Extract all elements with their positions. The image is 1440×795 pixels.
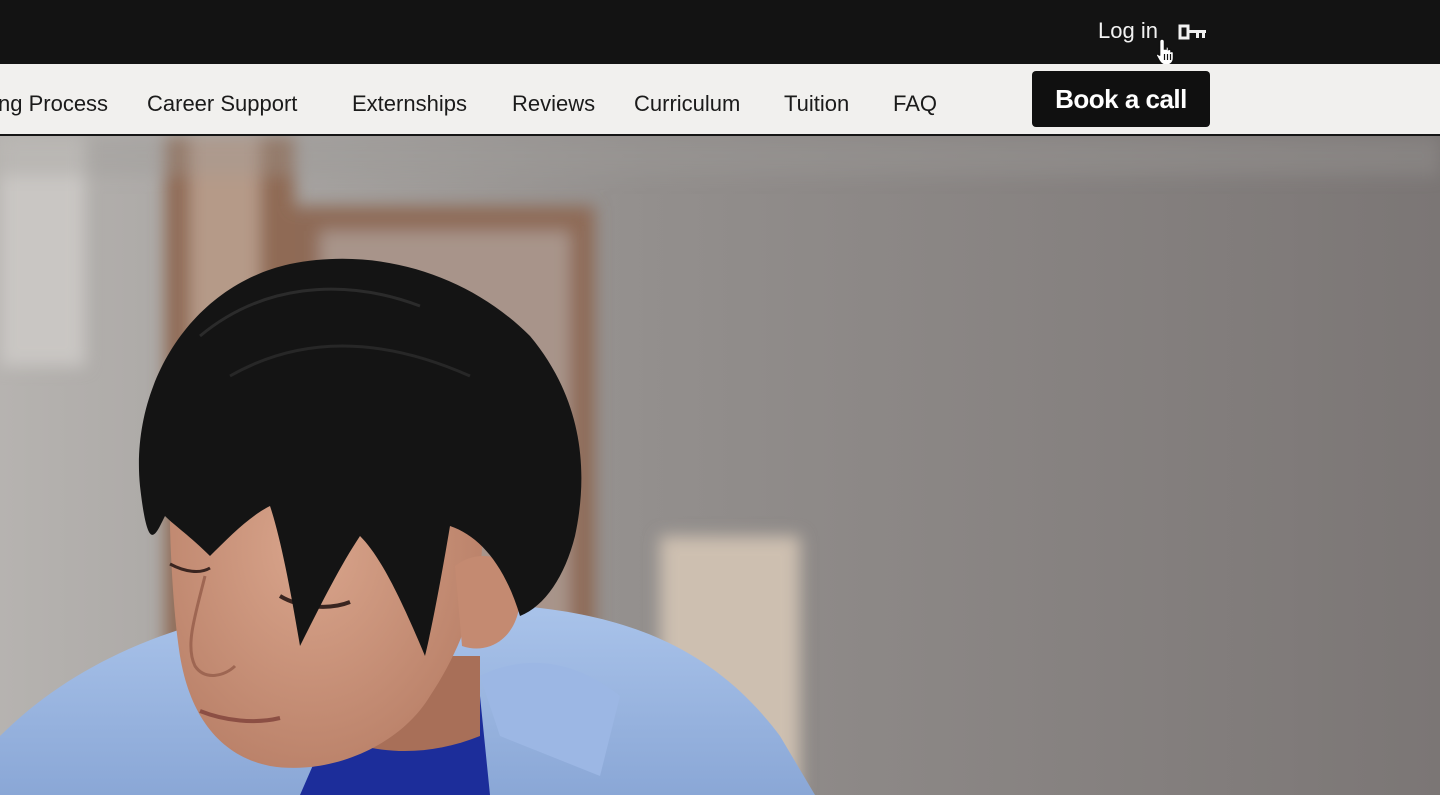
book-a-call-button[interactable]: Book a call [1032, 71, 1210, 127]
hero-image [0, 136, 1440, 795]
nav-item-curriculum[interactable]: Curriculum [634, 90, 740, 118]
main-nav: ng Process Career Support Externships Re… [0, 64, 1440, 136]
nav-item-externships[interactable]: Externships [352, 90, 467, 118]
login-link[interactable]: Log in [1098, 17, 1158, 45]
nav-item-reviews[interactable]: Reviews [512, 90, 595, 118]
hand-pointer-icon [1155, 38, 1175, 66]
nav-item-tuition[interactable]: Tuition [784, 90, 849, 118]
top-bar: Log in [0, 0, 1440, 66]
hero-photo [0, 136, 1440, 795]
key-icon[interactable] [1178, 24, 1208, 40]
nav-item-career-support[interactable]: Career Support [147, 90, 297, 118]
nav-item-faq[interactable]: FAQ [893, 90, 937, 118]
nav-item-hiring-process[interactable]: ng Process [0, 90, 108, 118]
